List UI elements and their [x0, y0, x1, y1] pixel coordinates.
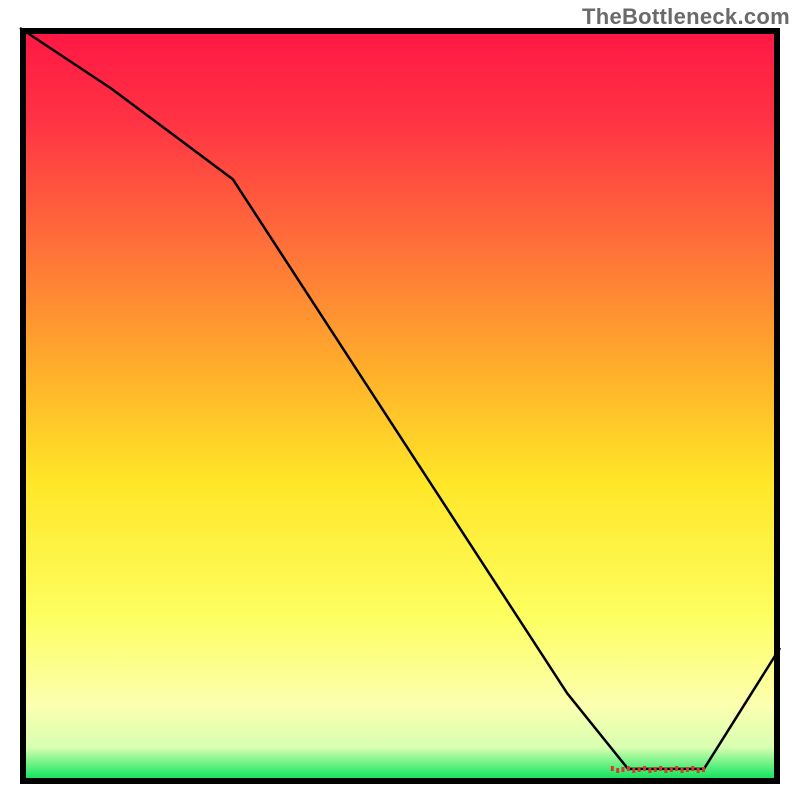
bottleneck-chart — [0, 0, 800, 800]
chart-background — [23, 31, 777, 781]
